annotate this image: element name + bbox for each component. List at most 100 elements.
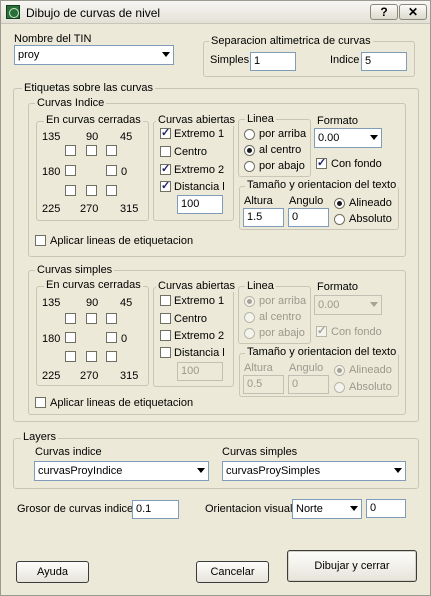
simples-formato-select[interactable]: 0.00 [314, 295, 382, 315]
indice-linea-title: Linea [245, 113, 276, 125]
angle-checkbox-45[interactable] [106, 313, 117, 324]
angle-label: 180 [42, 333, 61, 345]
extremo1-checkbox[interactable] [160, 295, 171, 306]
angle-checkbox-0[interactable] [106, 332, 117, 343]
angle-checkbox-90[interactable] [86, 313, 97, 324]
angle-checkbox-315[interactable] [106, 185, 117, 196]
distancia-checkbox[interactable] [160, 347, 171, 358]
centro-label: Centro [174, 313, 208, 325]
angle-checkbox-180[interactable] [65, 165, 76, 176]
al-centro-radio[interactable] [244, 312, 255, 323]
angle-label: 315 [120, 370, 139, 382]
layer-value: curvasProyIndice [38, 465, 123, 477]
chevron-down-icon [370, 135, 378, 140]
absoluto-radio[interactable] [334, 214, 345, 225]
formato-value: 0.00 [318, 132, 340, 144]
con-fondo-checkbox[interactable] [316, 156, 327, 169]
dibujar-y-cerrar-button[interactable]: Dibujar y cerrar [287, 550, 417, 582]
al-centro-label: al centro [259, 311, 302, 323]
con-fondo-checkbox[interactable] [316, 324, 327, 337]
angulo-label: Angulo [289, 362, 324, 374]
centro-checkbox[interactable] [160, 313, 171, 324]
simples-input[interactable]: 1 [250, 52, 296, 71]
con-fondo-label: Con fondo [331, 158, 382, 170]
separacion-title: Separacion altimetrica de curvas [209, 35, 373, 47]
al-centro-radio[interactable] [244, 145, 255, 156]
simples-linea-title: Linea [245, 280, 276, 292]
indice-formato-select[interactable]: 0.00 [314, 128, 382, 148]
angle-label: 0 [121, 333, 128, 345]
distancia-checkbox[interactable] [160, 179, 171, 192]
extremo1-checkbox[interactable] [160, 126, 171, 139]
close-button[interactable]: ✕ [399, 4, 427, 20]
distancia-input[interactable]: 100 [177, 195, 223, 214]
cancelar-button[interactable]: Cancelar [196, 561, 269, 583]
formato-value: 0.00 [318, 299, 340, 311]
chevron-down-icon [197, 468, 205, 473]
extremo2-checkbox[interactable] [160, 330, 171, 341]
extremo2-checkbox[interactable] [160, 162, 171, 175]
alineado-radio[interactable] [334, 198, 345, 209]
centro-checkbox[interactable] [160, 146, 171, 157]
app-icon [6, 5, 20, 19]
orientacion-input[interactable]: 0 [366, 499, 406, 518]
curvas-indice-title: Curvas Indice [35, 97, 107, 109]
angle-checkbox-270[interactable] [86, 351, 97, 362]
title-bar: Dibujo de curvas de nivel ? ✕ [1, 1, 430, 24]
angle-label: 180 [42, 166, 61, 178]
angle-checkbox-45[interactable] [106, 145, 117, 156]
por-abajo-radio[interactable] [244, 328, 255, 339]
simples-tamano-title: Tamaño y orientacion del texto [245, 346, 399, 358]
distancia-input[interactable]: 100 [177, 362, 223, 381]
angle-checkbox-90[interactable] [86, 145, 97, 156]
angle-label: 225 [42, 203, 61, 215]
indice-input[interactable]: 5 [361, 52, 407, 71]
con-fondo-label: Con fondo [331, 326, 382, 338]
angle-checkbox-225[interactable] [65, 351, 76, 362]
alineado-label: Alineado [349, 197, 392, 209]
angle-checkbox-315[interactable] [106, 351, 117, 362]
angle-checkbox-0[interactable] [106, 165, 117, 176]
simples-abiertas-title: Curvas abiertas [156, 280, 238, 292]
angle-checkbox-270[interactable] [86, 185, 97, 196]
altura-input[interactable]: 1.5 [243, 208, 284, 227]
curvas-simples-layer-select[interactable]: curvasProySimples [222, 461, 406, 481]
angulo-label: Angulo [289, 195, 324, 207]
angle-checkbox-135[interactable] [65, 313, 76, 324]
angle-checkbox-135[interactable] [65, 145, 76, 156]
grosor-input[interactable]: 0.1 [132, 500, 179, 519]
tin-select-value: proy [18, 49, 40, 61]
por-arriba-radio[interactable] [244, 296, 255, 307]
tin-select[interactable]: proy [14, 45, 174, 65]
ayuda-button[interactable]: Ayuda [16, 561, 89, 583]
aplicar-checkbox[interactable] [35, 397, 46, 408]
angle-checkbox-225[interactable] [65, 185, 76, 196]
por-arriba-radio[interactable] [244, 129, 255, 140]
angle-label: 45 [120, 297, 133, 309]
absoluto-radio[interactable] [334, 382, 345, 393]
chevron-down-icon [350, 506, 358, 511]
help-button[interactable]: ? [370, 4, 398, 20]
por-abajo-radio[interactable] [244, 161, 255, 172]
distancia-label: Distancia l [174, 181, 225, 193]
orientacion-select[interactable]: Norte [292, 499, 362, 519]
grosor-label: Grosor de curvas indice [17, 503, 134, 515]
aplicar-checkbox[interactable] [35, 235, 46, 246]
extremo2-label: Extremo 2 [174, 330, 225, 342]
altura-input[interactable]: 0.5 [243, 375, 284, 394]
alineado-radio[interactable] [334, 365, 345, 376]
angle-label: 225 [42, 370, 61, 382]
angle-checkbox-180[interactable] [65, 332, 76, 343]
aplicar-label: Aplicar lineas de etiquetacion [50, 235, 194, 247]
angle-label: 315 [120, 203, 139, 215]
absoluto-label: Absoluto [349, 381, 392, 393]
absoluto-label: Absoluto [349, 213, 392, 225]
orientacion-value: Norte [296, 503, 323, 515]
extremo1-label: Extremo 1 [174, 128, 225, 140]
indice-formato-title: Formato [317, 115, 358, 127]
por-abajo-label: por abajo [259, 327, 305, 339]
angulo-input[interactable]: 0 [288, 375, 329, 394]
angulo-input[interactable]: 0 [288, 208, 329, 227]
curvas-indice-layer-select[interactable]: curvasProyIndice [34, 461, 209, 481]
tin-label: Nombre del TIN [14, 33, 92, 45]
